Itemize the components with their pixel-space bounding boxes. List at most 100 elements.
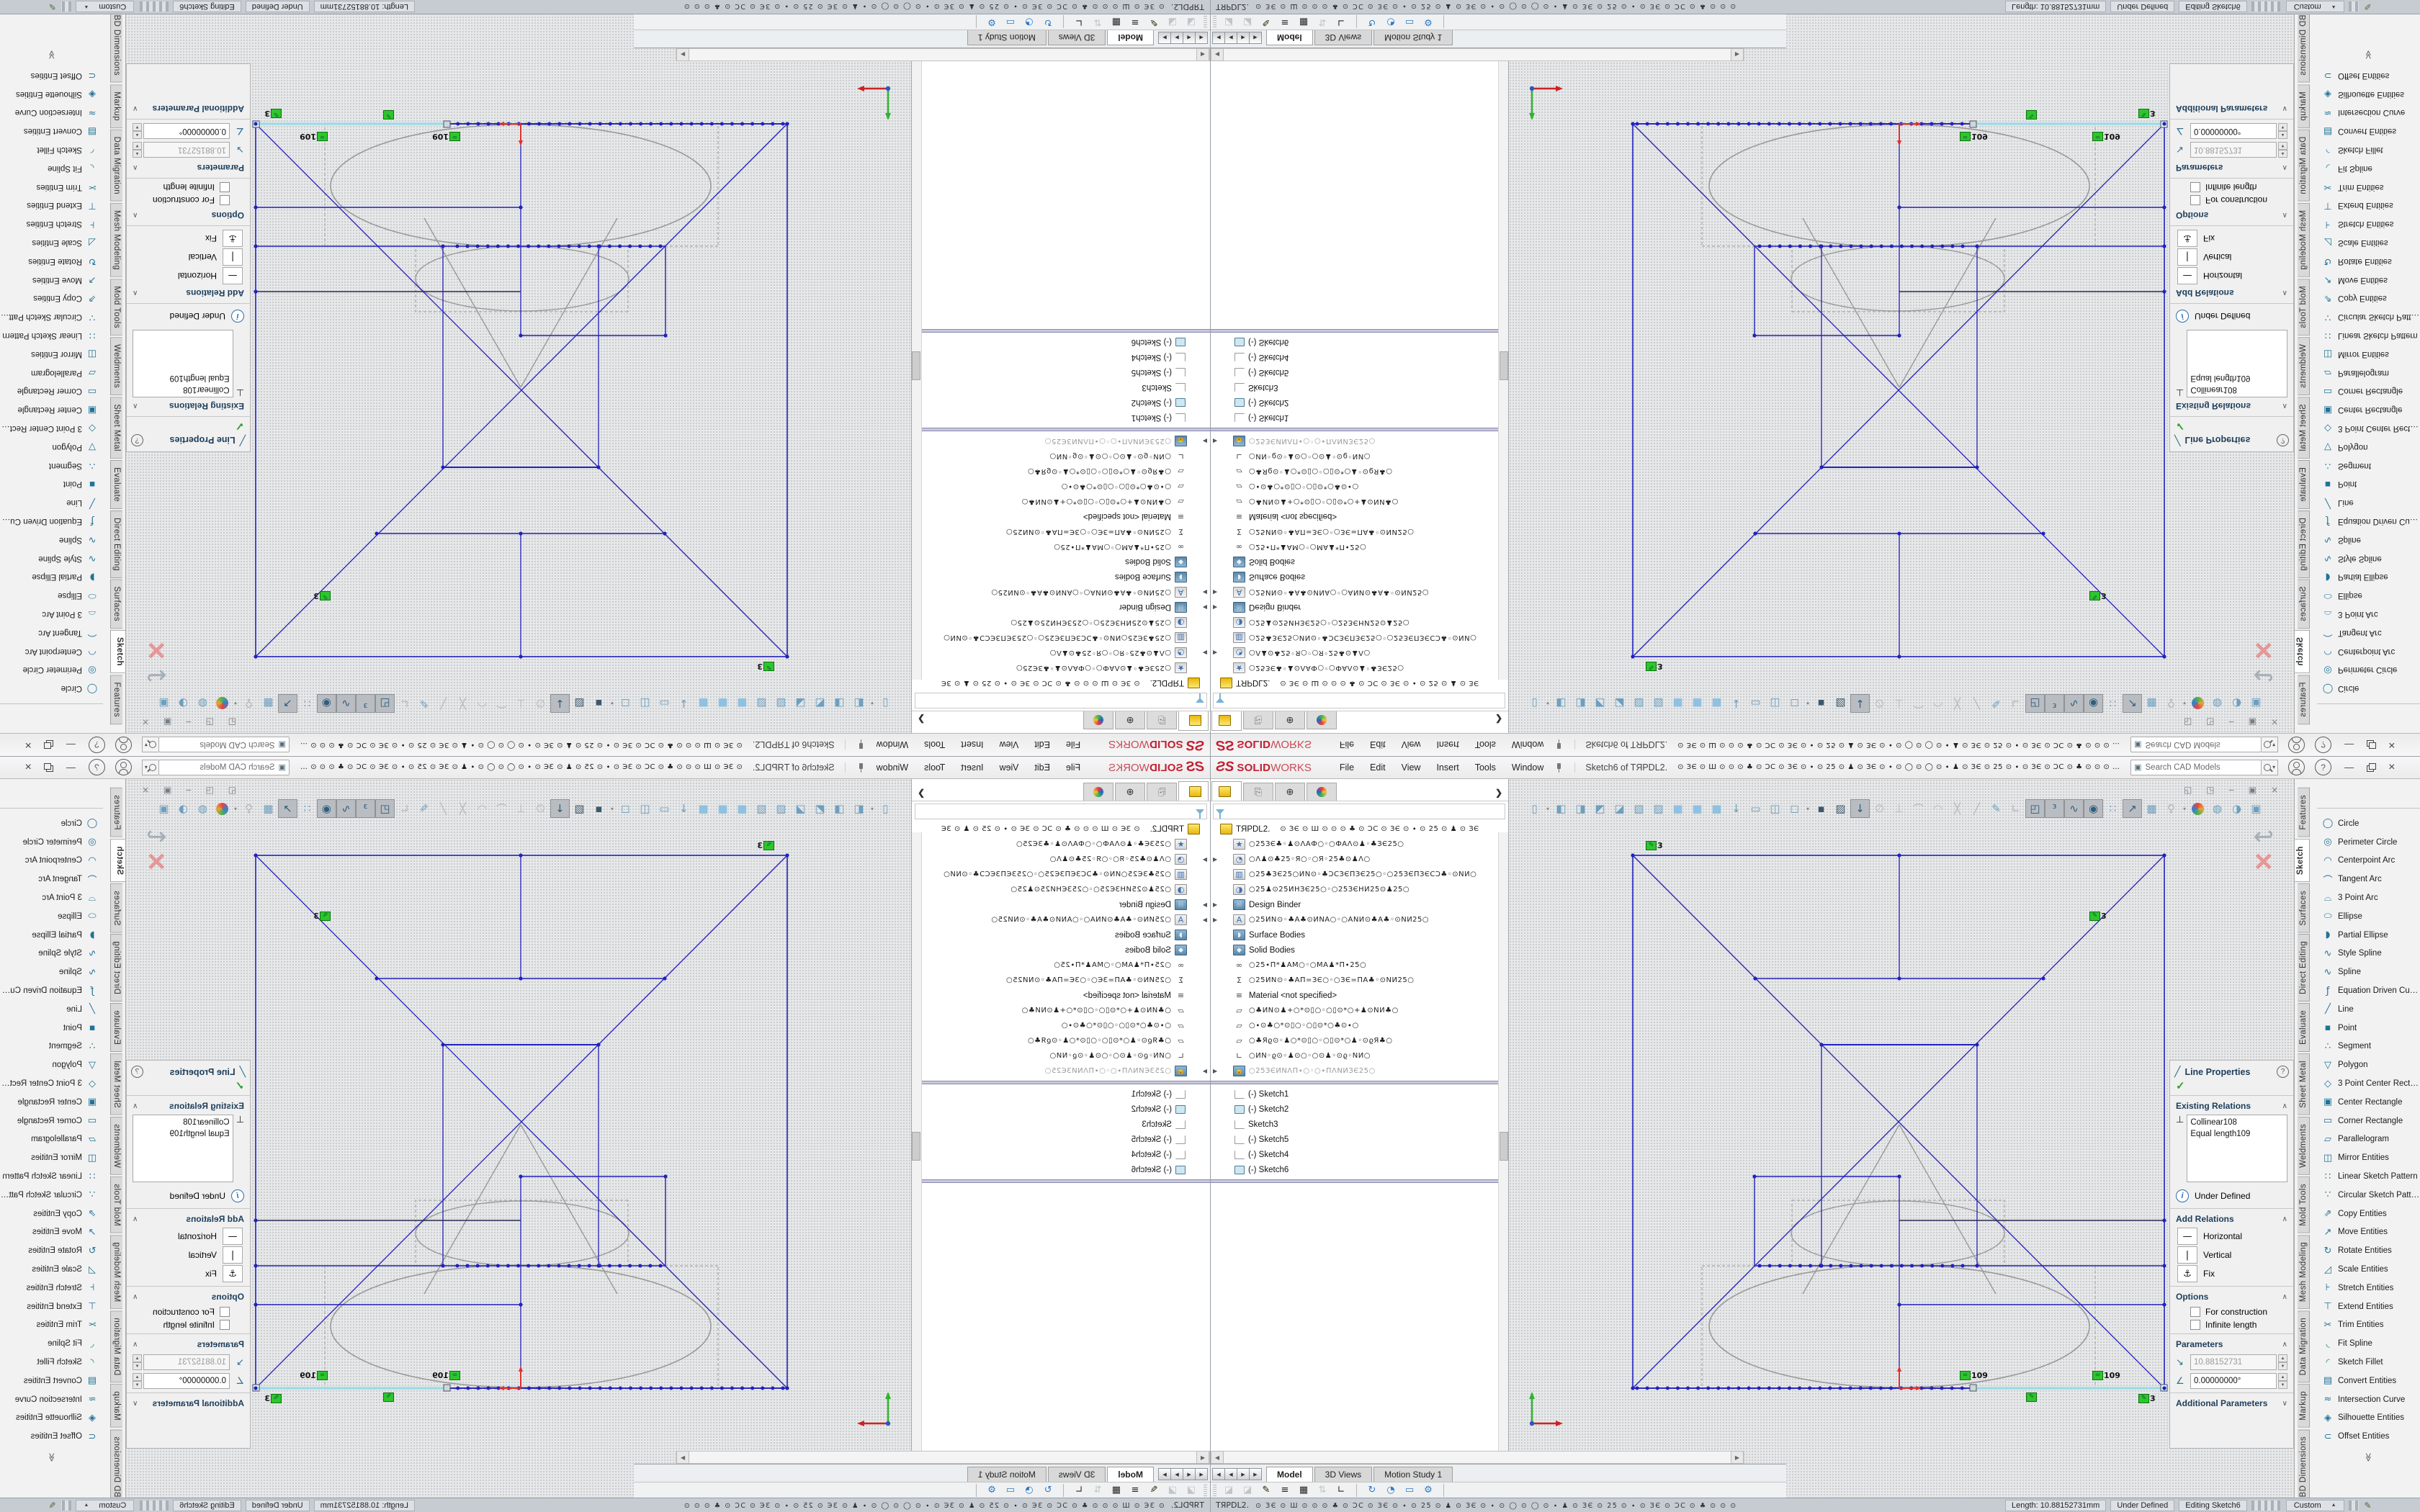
option-for-construction[interactable]: For construction [127, 195, 230, 205]
tree-item[interactable]: (-) Sketch1 [912, 1086, 1210, 1102]
tree-item[interactable]: ★○25ЗЄ♣◦♟⊙ΛАФ○◦○ФАΛ⊙♟◦♣ЗЄ25○ [912, 660, 1210, 675]
strip-tool-fit-spline[interactable]: ◟Fit Spline [0, 159, 103, 178]
tab-displaymanager[interactable] [1083, 711, 1113, 729]
scroll-left-arrow[interactable]: ◀ [1211, 48, 1224, 61]
checkbox-icon[interactable] [220, 1320, 230, 1330]
cmd-tab-evaluate[interactable]: Evaluate [2298, 1003, 2310, 1052]
cmd-tab-mold-tools[interactable]: Mold Tools [110, 1176, 122, 1233]
strip-tool-circle[interactable]: ◯Circle [2317, 679, 2420, 698]
collapse-chevron-icon[interactable]: ∧ [133, 1215, 138, 1223]
tree-vertical-scrollbar[interactable] [1498, 832, 1508, 1451]
expand-chevron-icon[interactable]: ∨ [2282, 105, 2287, 113]
strip-tool-fit-spline[interactable]: ◟Fit Spline [2317, 1334, 2420, 1353]
tree-item[interactable]: ▱○♣ИN⊙♟+○*⊙▯○◦○▯⊙*○+♟⊙NИ♣○ [1210, 1003, 1508, 1018]
strip-tool-spline[interactable]: ∿Spline [0, 531, 103, 549]
tree-item[interactable]: ◗Surface Bodies [912, 927, 1210, 942]
strip-tool-sketch-fillet[interactable]: ◜Sketch Fillet [0, 1353, 103, 1372]
strip-tool-perimeter-circle[interactable]: ◎Perimeter Circle [2317, 833, 2420, 852]
cmd-tab-features[interactable]: Features [2298, 675, 2310, 724]
snapshot-icon[interactable]: ◪ [1219, 17, 1238, 27]
menu-file[interactable]: File [1332, 740, 1362, 750]
menu-tools[interactable]: Tools [1467, 740, 1504, 750]
rollback-bar[interactable] [912, 1081, 1210, 1084]
relation-badge[interactable]: ✎ [383, 1392, 394, 1402]
strip-tool-circle[interactable]: ◯Circle [2317, 814, 2420, 833]
motion-tab-model[interactable]: Model [1107, 30, 1154, 45]
motion-tab-motion-study-1[interactable]: Motion Study 1 [967, 1467, 1047, 1482]
relations-listbox[interactable]: Collinear108Equal length109 [133, 1115, 233, 1182]
tree-item[interactable]: (-) Sketch5 [912, 365, 1210, 380]
menu-insert[interactable]: Insert [953, 762, 991, 773]
tree-item[interactable]: TЯPDL2.⊙ ЗЄ ⊙ Ш ⊙ ⊙ ⊙ ♣ ⊙ ƆС ⊙ ЗЄ ⊙ ∙ ⊙ … [1210, 675, 1508, 690]
strip-tool-ellipse[interactable]: ⬭Ellipse [2317, 586, 2420, 605]
length-spinner[interactable]: ▲▼ [133, 142, 142, 158]
menu-insert[interactable]: Insert [1428, 740, 1466, 750]
tree-item[interactable]: ▶🗎Design Binder [912, 600, 1210, 615]
cmd-tab-evaluate[interactable]: Evaluate [2298, 460, 2310, 509]
cmd-tab-features[interactable]: Features [110, 675, 122, 724]
collapse-chevron-icon[interactable]: ∧ [2282, 1341, 2287, 1349]
strip-tool-circular-sketch-pattern[interactable]: ∵Circular Sketch Pattern [2317, 1186, 2420, 1205]
relation-badge[interactable]: ✎ [2026, 1392, 2037, 1402]
strip-tool-parallelogram[interactable]: ▱Parallelogram [0, 1130, 103, 1149]
tree-item[interactable]: Sketch3 [912, 1117, 1210, 1132]
search-input[interactable]: ▣ Search CAD Models [2130, 760, 2262, 775]
restore-button[interactable] [45, 741, 53, 750]
add-relation-fix[interactable]: ⚓Fix [127, 1265, 243, 1282]
menu-tools[interactable]: Tools [1467, 762, 1504, 773]
relation-item[interactable]: Collinear108 [2190, 1117, 2284, 1128]
strip-tool-sketch-fillet[interactable]: ◜Sketch Fillet [0, 140, 103, 159]
cmd-tab-sketch[interactable]: Sketch [2295, 630, 2310, 673]
strip-tool-3-point-center-recta-[interactable]: ◇3 Point Center Recta... [2317, 1074, 2420, 1093]
relation-item[interactable]: Collinear108 [2190, 384, 2284, 395]
strip-tool-polygon[interactable]: ▽Polygon [0, 438, 103, 456]
strip-tool-centerpoint-arc[interactable]: ◠Centerpoint Arc [0, 852, 103, 870]
search-dropdown-caret[interactable]: ▾ [2272, 742, 2275, 748]
quick-access-toolbar[interactable]: ⊙ ЗЄ ⊙ Ш ⊙ ⊙ ⊙ ♣ ⊙ ƆС ⊙ ЗЄ ⊙ ∙ ⊙ 25 ⊙ ♟ … [1677, 763, 2128, 771]
strip-tool-linear-sketch-pattern[interactable]: ∷Linear Sketch Pattern [0, 326, 103, 345]
relation-item[interactable]: Equal length109 [136, 372, 230, 384]
cmd-tab-markup[interactable]: Markup [2298, 1384, 2310, 1428]
tree-item[interactable]: ▱○∙⊙♣○*⊙▯○◦○▯⊙*○♣⊙∙○ [1210, 1018, 1508, 1033]
strip-tool-corner-rectangle[interactable]: ▭Corner Rectangle [0, 1112, 103, 1130]
motion-tab-3d-views[interactable]: 3D Views [1048, 1467, 1106, 1482]
cmd-tab-data-migration[interactable]: Data Migration [110, 1310, 122, 1382]
folder-check-icon[interactable]: ▭ [1001, 1485, 1020, 1495]
tree-item[interactable]: (-) Sketch2 [1210, 1102, 1508, 1117]
relation-badge[interactable]: ✎3 [2138, 1394, 2156, 1403]
tree-item[interactable]: ◆Solid Bodies [1210, 942, 1508, 958]
help-icon[interactable]: ? [2315, 759, 2331, 775]
strip-tool-equation-driven-curve[interactable]: ƒEquation Driven Curve [0, 981, 103, 1000]
snapshot-icon[interactable]: ◪ [1182, 1485, 1201, 1495]
tree-item[interactable]: ▱○♣ИN⊙♟+○*⊙▯○◦○▯⊙*○+♟⊙NИ♣○ [912, 494, 1210, 509]
motion-tab-motion-study-1[interactable]: Motion Study 1 [1373, 30, 1453, 45]
strip-tool-style-spline[interactable]: ∿Style Spline [2317, 945, 2420, 963]
strip-tool-point[interactable]: ▪Point [2317, 1019, 2420, 1038]
clock-icon[interactable]: ◔ [1020, 17, 1039, 27]
quick-access-toolbar[interactable]: ⊙ ЗЄ ⊙ Ш ⊙ ⊙ ⊙ ♣ ⊙ ƆС ⊙ ЗЄ ⊙ ∙ ⊙ 25 ⊙ ♟ … [292, 741, 743, 749]
add-relation-vertical[interactable]: |Vertical [127, 1246, 243, 1264]
rollback-bar[interactable] [912, 329, 1210, 333]
cmd-tab-direct-editing[interactable]: Direct Editing [110, 934, 122, 1002]
expand-chevron-icon[interactable]: ∨ [133, 105, 138, 113]
strip-tool-extend-entities[interactable]: ⊤Extend Entities [0, 196, 103, 215]
search-dropdown-caret[interactable]: ▾ [2272, 764, 2275, 770]
clock-icon[interactable]: ◔ [1020, 1485, 1039, 1495]
tree-item[interactable]: ▶◔○Λ♟⊙♣25◦Я○◦○Я◦25♣⊙♟Λ○ [1210, 852, 1508, 867]
tree-item[interactable]: (-) Sketch5 [912, 1132, 1210, 1147]
strip-tool-mirror-entities[interactable]: ◫Mirror Entities [2317, 345, 2420, 364]
expand-chevron-icon[interactable]: ∨ [133, 1400, 138, 1408]
equal-relation-badge[interactable]: =109 [300, 132, 328, 141]
tree-vertical-scrollbar[interactable] [1498, 61, 1508, 680]
tree-item[interactable]: ∟○ИN◦ϱ⊙◦♟⊙○◦○⊙♟◦⊙ϱ◦NИ○ [912, 1048, 1210, 1063]
strip-tool-ellipse[interactable]: ⬭Ellipse [0, 907, 103, 926]
relation-badge[interactable]: ✎3 [2089, 591, 2107, 600]
strip-tool-circular-sketch-pattern[interactable]: ∵Circular Sketch Pattern [2317, 307, 2420, 326]
strip-tool-centerpoint-arc[interactable]: ◠Centerpoint Arc [2317, 642, 2420, 661]
cmd-tab-surfaces[interactable]: Surfaces [110, 883, 122, 933]
add-relation-vertical[interactable]: |Vertical [2177, 248, 2293, 266]
tab-propertymanager[interactable]: ⎘ [1147, 783, 1177, 801]
strip-tool-3-point-center-recta-[interactable]: ◇3 Point Center Recta... [2317, 419, 2420, 438]
tab-nav-buttons[interactable]: ◀◀▶▶ [1158, 32, 1207, 44]
motion-tab-motion-study-1[interactable]: Motion Study 1 [967, 30, 1047, 45]
